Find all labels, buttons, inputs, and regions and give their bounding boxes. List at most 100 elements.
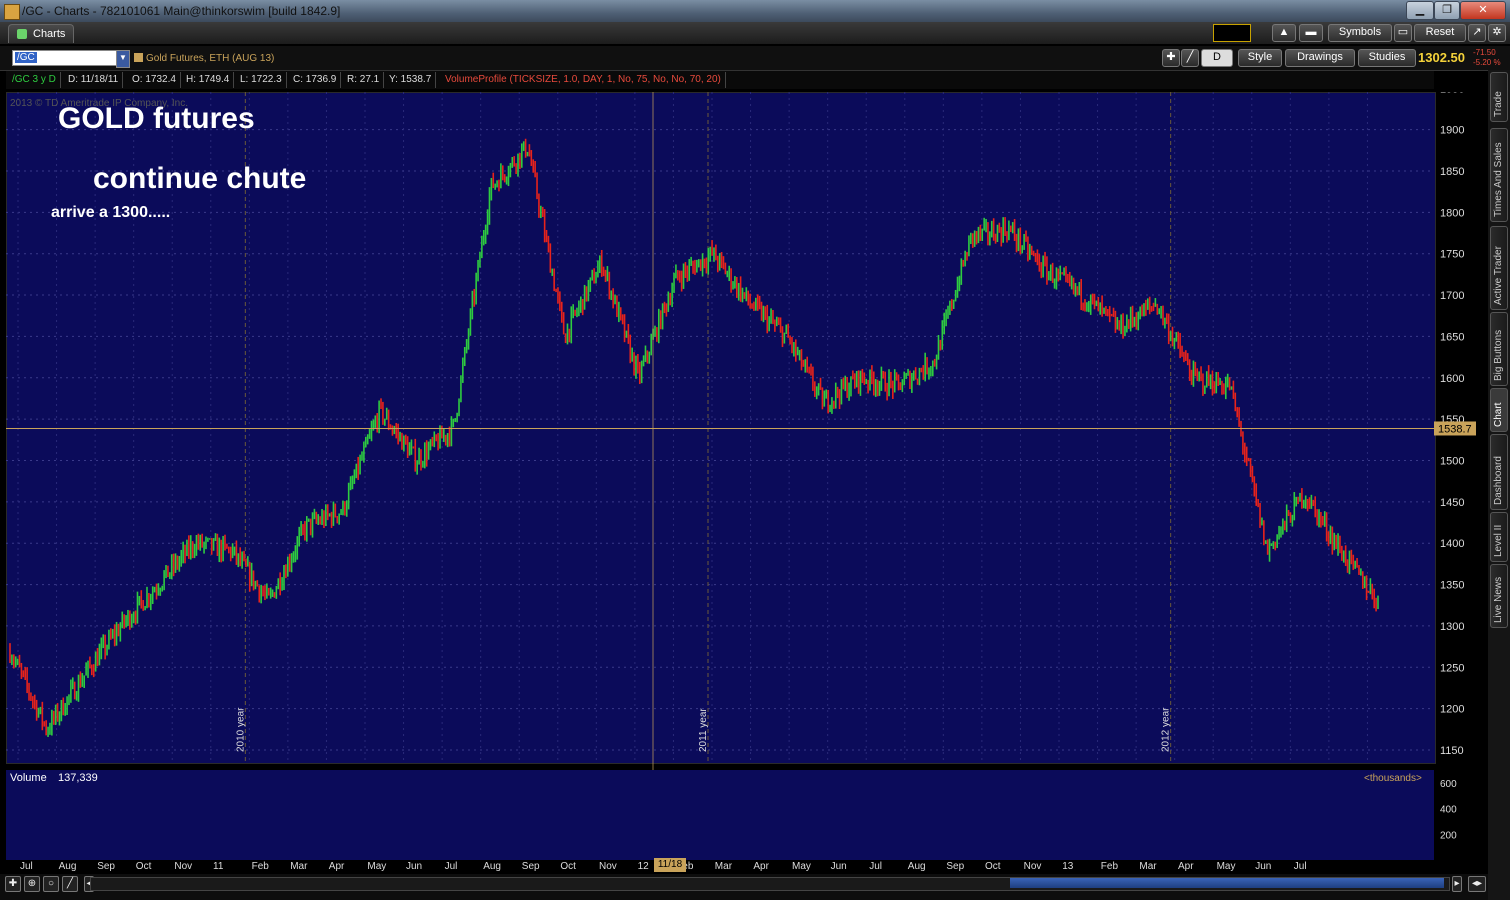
price-tick-label: 1450 — [1440, 497, 1464, 509]
minimize-button[interactable]: ▁ — [1406, 1, 1434, 20]
time-tick-label: Oct — [135, 861, 152, 872]
app-icon — [4, 4, 20, 20]
volume-unit: <thousands> — [1364, 773, 1422, 784]
alert-bell-icon[interactable]: ▲ — [1272, 24, 1296, 42]
side-tab-active-trader[interactable]: Active Trader — [1490, 226, 1508, 310]
close-button[interactable]: ✕ — [1460, 1, 1506, 20]
side-tab-label: Level II — [1493, 524, 1504, 557]
price-tick-label: 1950 — [1440, 92, 1464, 95]
price-tick-label: 1350 — [1440, 580, 1464, 592]
symbol-description: Gold Futures, ETH (AUG 13) — [146, 53, 275, 64]
time-tick-label: Nov — [174, 861, 193, 872]
line-tool-icon[interactable]: ╱ — [62, 876, 78, 892]
volume-label: Volume — [10, 772, 47, 784]
year-marker-label: 2011 year — [698, 708, 709, 752]
draw-tool-icon[interactable]: ╱ — [1181, 49, 1199, 67]
crosshair-icon[interactable]: ✚ — [1162, 49, 1180, 67]
side-tab-big-buttons[interactable]: Big Buttons — [1490, 312, 1508, 386]
aggregation-label[interactable]: /GC 3 y D — [8, 72, 61, 88]
info-y: Y: 1538.7 — [385, 72, 437, 88]
time-tick-label: Jul — [444, 861, 458, 872]
side-tab-live-news[interactable]: Live News — [1490, 564, 1508, 628]
main-toolbar: Charts ▲ ▬ Symbols ▭ Reset ↗ ✲ — [0, 22, 1510, 45]
maximize-button[interactable]: ❐ — [1434, 1, 1460, 20]
zoom-fit-icon[interactable]: ⊕ — [24, 876, 40, 892]
time-tick-label: 13 — [1062, 861, 1074, 872]
price-change: -71.50 — [1473, 48, 1496, 57]
last-price: 1302.50 — [1418, 50, 1465, 65]
studies-button[interactable]: Studies — [1358, 49, 1416, 67]
volume-panel[interactable] — [6, 770, 1434, 860]
time-tick-label: Apr — [1178, 861, 1194, 872]
reset-button[interactable]: Reset — [1414, 24, 1466, 42]
year-marker-label: 2012 year — [1161, 707, 1172, 752]
pin-icon[interactable]: ↗ — [1468, 24, 1486, 42]
gear-icon[interactable]: ✲ — [1488, 24, 1506, 42]
side-tab-label: Active Trader — [1493, 246, 1504, 305]
price-tick-label: 1600 — [1440, 373, 1464, 385]
window-title: /GC - Charts - 782101061 Main@thinkorswi… — [22, 4, 341, 18]
zoom-in-icon[interactable]: ✚ — [5, 876, 21, 892]
time-tick-label: Feb — [251, 861, 269, 872]
link-icon[interactable]: ▬ — [1299, 24, 1323, 42]
price-tick-label: 1500 — [1440, 455, 1464, 467]
time-tick-label: Mar — [1139, 861, 1157, 872]
side-tab-label: Big Buttons — [1493, 329, 1504, 381]
time-tick-label: Nov — [599, 861, 617, 872]
time-tick-label: Oct — [560, 861, 576, 872]
side-tab-dashboard[interactable]: Dashboard — [1490, 434, 1508, 510]
time-tick-label: Jun — [406, 861, 423, 872]
expand-icon[interactable]: ◂▸ — [1468, 876, 1486, 892]
info-range: R: 27.1 — [343, 72, 385, 88]
side-tab-label: Times And Sales — [1493, 142, 1504, 217]
price-tick-label: 1300 — [1440, 621, 1464, 633]
drawings-button[interactable]: Drawings — [1285, 49, 1355, 67]
year-marker-label: 2010 year — [235, 707, 246, 752]
scrollbar-thumb[interactable] — [1010, 878, 1444, 888]
printer-icon[interactable]: ▭ — [1394, 24, 1412, 42]
time-tick-label: Jun — [830, 861, 847, 872]
price-tick-label: 1400 — [1440, 538, 1464, 550]
side-tab-chart[interactable]: Chart — [1490, 388, 1508, 432]
info-date: D: 11/18/11 — [64, 72, 124, 88]
side-tab-label: Dashboard — [1493, 456, 1504, 505]
side-tab-times-and-sales[interactable]: Times And Sales — [1490, 128, 1508, 222]
color-swatch-button[interactable] — [1213, 24, 1251, 42]
info-high: H: 1749.4 — [182, 72, 235, 88]
symbols-button[interactable]: Symbols — [1328, 24, 1392, 42]
time-tick-label: Jul — [869, 861, 882, 872]
magnifier-icon[interactable]: ○ — [43, 876, 59, 892]
side-tab-label: Live News — [1493, 576, 1504, 623]
time-tick-label: 11 — [213, 861, 224, 872]
time-tick-label: 12 — [637, 861, 649, 872]
candles — [9, 138, 1379, 737]
symbol-input[interactable]: /GC — [12, 50, 118, 66]
time-tick-label: May — [792, 861, 811, 872]
time-tick-label: Aug — [907, 861, 926, 872]
charts-icon — [17, 29, 27, 39]
study-label[interactable]: VolumeProfile (TICKSIZE, 1.0, DAY, 1, No… — [441, 72, 726, 88]
price-change-percent: -5.20 % — [1473, 58, 1501, 67]
time-tick-label: Aug — [58, 861, 77, 872]
annotation-title: GOLD futures — [58, 102, 255, 135]
info-close: C: 1736.9 — [289, 72, 342, 88]
time-tick-label: Sep — [97, 861, 115, 872]
side-tab-level-ii[interactable]: Level II — [1490, 512, 1508, 562]
scroll-right-icon[interactable]: ▸ — [1452, 876, 1462, 892]
time-tick-label: Mar — [290, 861, 308, 872]
tab-charts[interactable]: Charts — [8, 24, 74, 43]
style-button[interactable]: Style — [1238, 49, 1282, 67]
side-tab-label: Trade — [1493, 91, 1504, 117]
time-tick-label: May — [1216, 861, 1236, 872]
volume-value: 137,339 — [58, 772, 98, 784]
price-tick-label: 1900 — [1440, 125, 1464, 137]
side-tab-trade[interactable]: Trade — [1490, 72, 1508, 122]
time-tick-label: Oct — [985, 861, 1001, 872]
time-tick-label: Apr — [753, 861, 769, 872]
period-button[interactable]: D — [1201, 49, 1233, 67]
annotation-note: arrive a 1300..... — [51, 204, 171, 221]
price-tick-label: 1800 — [1440, 207, 1464, 219]
crosshair-date-label: 11/18 — [654, 858, 686, 872]
price-tick-label: 1650 — [1440, 331, 1464, 343]
symbol-dropdown-button[interactable]: ▼ — [116, 50, 130, 68]
